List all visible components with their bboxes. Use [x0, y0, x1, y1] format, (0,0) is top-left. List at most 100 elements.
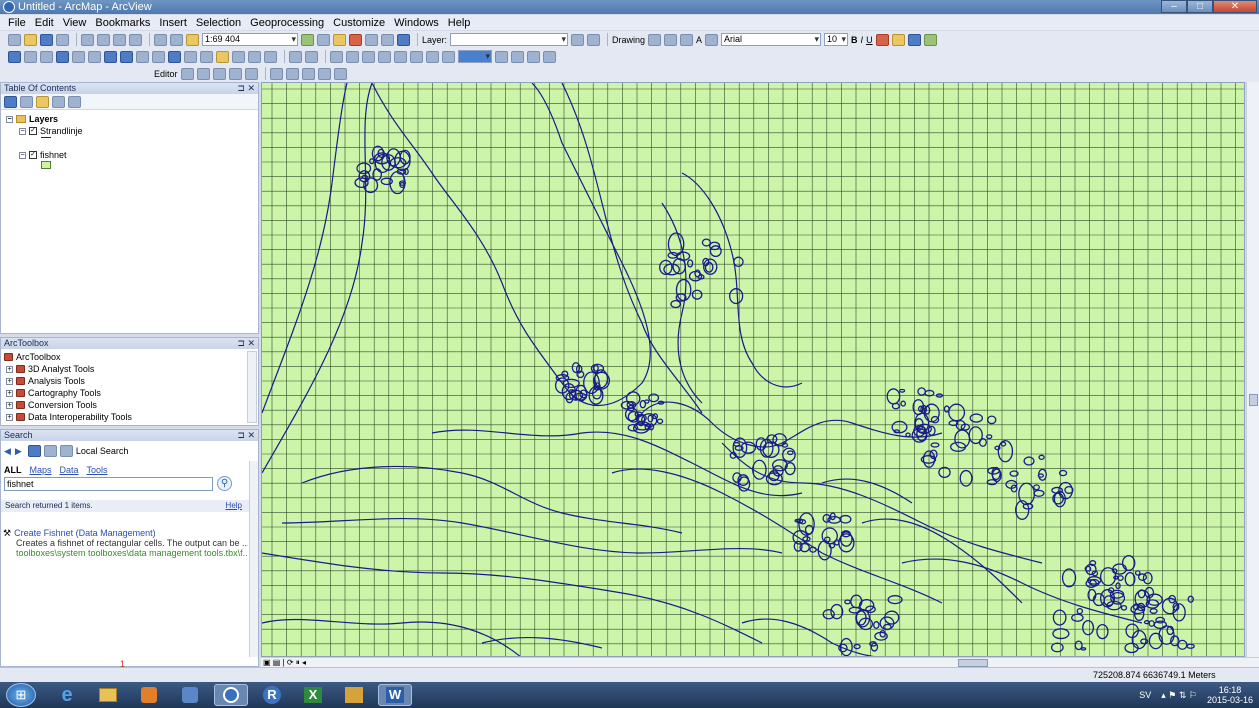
georef-tool-icon[interactable] [378, 50, 391, 63]
result-title[interactable]: Create Fishnet (Data Management) [14, 528, 156, 538]
text-tool[interactable]: A [696, 35, 702, 45]
list-by-source-icon[interactable] [20, 96, 33, 108]
expand-icon[interactable]: + [6, 377, 13, 385]
scroll-thumb[interactable] [1249, 394, 1258, 406]
expand-icon[interactable]: + [6, 413, 13, 421]
zoom-out-icon[interactable] [24, 50, 37, 63]
toc-layer-fishnet[interactable]: − ✓ fishnet [19, 149, 67, 161]
arctoolbox-root[interactable]: ArcToolbox [4, 351, 61, 363]
filter-tools[interactable]: Tools [87, 465, 108, 475]
editor-toolbar-icon[interactable] [301, 33, 314, 46]
add-data-icon[interactable] [186, 33, 199, 46]
time-slider-icon[interactable] [289, 50, 302, 63]
collapse-icon[interactable]: − [19, 151, 26, 159]
filter-maps[interactable]: Maps [30, 465, 52, 475]
map-canvas[interactable] [262, 83, 1245, 657]
select-elements-icon[interactable] [648, 33, 662, 46]
fixed-zoom-out-icon[interactable] [88, 50, 101, 63]
list-by-drawing-order-icon[interactable] [4, 96, 17, 108]
georef-tool-icon[interactable] [442, 50, 455, 63]
toolbox-data-interop[interactable]: + Data Interoperability Tools [6, 411, 132, 423]
delete-icon[interactable] [129, 33, 142, 46]
fixed-zoom-in-icon[interactable] [72, 50, 85, 63]
arctoolbox-scrollbar[interactable] [247, 351, 257, 423]
list-by-visibility-icon[interactable] [36, 96, 49, 108]
menu-edit[interactable]: Edit [35, 17, 54, 29]
attributes-icon[interactable] [301, 67, 315, 80]
georef-tool-icon[interactable] [394, 50, 407, 63]
toolbox-conversion[interactable]: + Conversion Tools [6, 399, 97, 411]
underline-button[interactable]: U [866, 35, 873, 45]
edit-annotation-icon[interactable] [196, 67, 210, 80]
collapse-icon[interactable]: − [19, 127, 26, 135]
toolbox-cartography[interactable]: + Cartography Tools [6, 387, 101, 399]
maximize-button[interactable]: □ [1187, 0, 1213, 13]
filter-data[interactable]: Data [60, 465, 79, 475]
marker-color-icon[interactable] [923, 33, 937, 46]
refresh-icon[interactable] [43, 445, 57, 457]
line-symbol[interactable] [41, 137, 51, 138]
menu-windows[interactable]: Windows [394, 17, 439, 29]
layer-visibility-checkbox[interactable]: ✓ [29, 151, 37, 159]
clock[interactable]: 16:18 2015-03-16 [1207, 685, 1253, 705]
split-icon[interactable] [269, 67, 283, 80]
menu-insert[interactable]: Insert [159, 17, 187, 29]
straight-segment-icon[interactable] [212, 67, 226, 80]
layout-icon[interactable] [511, 50, 524, 63]
pin-close-icon[interactable]: ⊐ ✕ [237, 338, 255, 349]
tray-icons[interactable]: ▴ ⚑ ⇅ ⚐ [1161, 690, 1197, 701]
pan-icon[interactable] [40, 50, 53, 63]
polygon-symbol[interactable] [41, 161, 51, 169]
cut-icon[interactable] [81, 33, 94, 46]
catalog-icon[interactable] [333, 33, 346, 46]
rotate-icon[interactable] [664, 33, 678, 46]
rotate-icon[interactable] [285, 67, 299, 80]
word-icon[interactable]: W [378, 684, 412, 706]
rectangle-icon[interactable] [680, 33, 694, 46]
pin-close-icon[interactable]: ⊐ ✕ [237, 83, 255, 94]
map-vertical-scrollbar[interactable] [1246, 82, 1259, 657]
package-icon[interactable] [337, 684, 371, 706]
georef-tool-icon[interactable] [426, 50, 439, 63]
zoom-in-icon[interactable] [8, 50, 21, 63]
arctoolbox-icon[interactable] [349, 33, 362, 46]
end-point-arc-icon[interactable] [228, 67, 242, 80]
toolbox-3d-analyst[interactable]: + 3D Analyst Tools [6, 363, 94, 375]
georef-icon-2[interactable] [587, 33, 601, 46]
print-icon[interactable] [56, 33, 69, 46]
italic-button[interactable]: I [861, 35, 864, 45]
sketch-properties-icon[interactable] [317, 67, 331, 80]
home-icon[interactable] [27, 445, 41, 457]
create-features-icon[interactable] [333, 67, 347, 80]
model-builder-icon[interactable] [381, 33, 394, 46]
georef-icon[interactable] [571, 33, 585, 46]
insert-picture-icon[interactable] [705, 33, 719, 46]
scroll-thumb[interactable] [958, 659, 988, 667]
map-scale-combo[interactable]: 1:69 404 [202, 33, 298, 46]
fill-color-icon[interactable] [891, 33, 905, 46]
toolbox-analysis[interactable]: + Analysis Tools [6, 375, 85, 387]
back-extent-icon[interactable] [104, 50, 117, 63]
toc-layer-strandlinje[interactable]: − ✓ Strandlinje [19, 125, 83, 137]
font-size-combo[interactable]: 10 [824, 33, 849, 46]
layout-icon[interactable] [527, 50, 540, 63]
save-icon[interactable] [40, 33, 53, 46]
language-indicator[interactable]: SV [1139, 690, 1151, 700]
expand-icon[interactable]: + [6, 401, 13, 409]
minimize-button[interactable]: – [1161, 0, 1187, 13]
help-link[interactable]: Help [226, 500, 242, 512]
search-options-icon[interactable] [59, 445, 73, 457]
edit-tool-icon[interactable] [180, 67, 194, 80]
menu-selection[interactable]: Selection [196, 17, 241, 29]
map-horizontal-scrollbar[interactable]: ▣ ▤ | ⟳ ⏸ ◂ [261, 657, 1259, 667]
copy-icon[interactable] [97, 33, 110, 46]
menu-bookmarks[interactable]: Bookmarks [95, 17, 150, 29]
select-features-icon[interactable] [136, 50, 149, 63]
search-scope[interactable]: Local Search [76, 446, 129, 456]
html-popup-icon[interactable] [200, 50, 213, 63]
whats-this-icon[interactable] [397, 33, 410, 46]
georef-tool-icon[interactable] [346, 50, 359, 63]
layout-icon[interactable] [543, 50, 556, 63]
new-document-icon[interactable] [8, 33, 21, 46]
line-color-icon[interactable] [907, 33, 921, 46]
